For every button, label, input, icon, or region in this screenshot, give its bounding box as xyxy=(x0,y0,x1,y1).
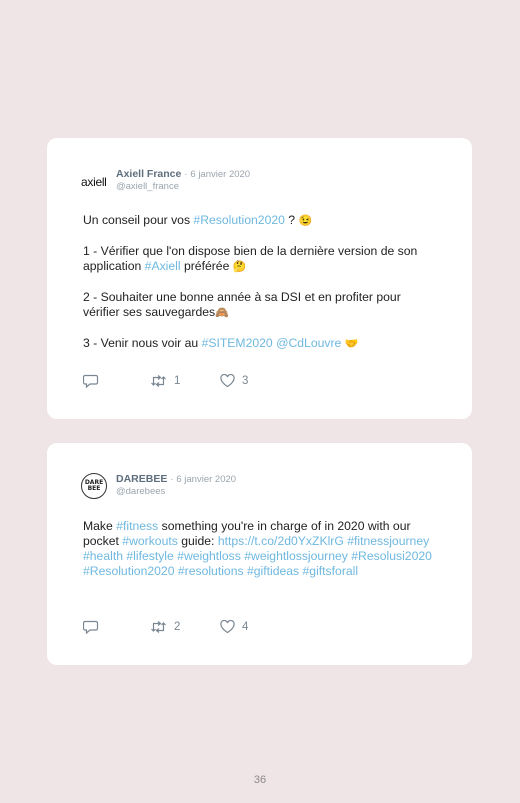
text-run: 2 - Souhaiter une bonne année à sa DSI e… xyxy=(83,290,401,319)
text-run: 1 - Vérifier que l'on dispose bien de la… xyxy=(83,244,418,273)
author-name[interactable]: DAREBEE xyxy=(116,473,167,485)
hashtag-link[interactable]: #workouts xyxy=(122,534,178,548)
author-line: DAREBEE · 6 janvier 2020 xyxy=(116,473,236,485)
reply-button[interactable] xyxy=(83,374,99,388)
separator: · xyxy=(170,474,174,485)
text-run: 3 - Venir nous voir au xyxy=(83,336,202,350)
hashtag-link[interactable]: #Axiell xyxy=(145,259,181,273)
retweet-count: 2 xyxy=(174,621,181,633)
tweet-paragraph: 2 - Souhaiter une bonne année à sa DSI e… xyxy=(83,290,433,321)
tweet-actions: 1 3 xyxy=(83,374,383,390)
text-run: ? xyxy=(284,213,299,227)
retweet-icon xyxy=(151,621,166,633)
mention-link[interactable]: @CdLouvre xyxy=(276,336,341,350)
heart-icon xyxy=(220,620,235,634)
text-run: Make xyxy=(83,519,117,533)
monkey-emoji-icon: 🙈 xyxy=(215,307,229,319)
reply-icon xyxy=(83,374,99,388)
tweet-text: Un conseil pour vos #Resolution2020 ? 😉 … xyxy=(83,213,433,367)
author-handle[interactable]: @axiell_france xyxy=(116,181,179,192)
retweet-icon xyxy=(151,375,166,387)
reply-button[interactable] xyxy=(83,620,99,634)
thinking-emoji-icon: 🤔 xyxy=(232,261,247,273)
separator: · xyxy=(184,169,188,180)
like-button[interactable]: 3 xyxy=(220,374,248,388)
wink-emoji-icon: 😉 xyxy=(298,215,313,227)
tweet-card: axiell Axiell France · 6 janvier 2020 @a… xyxy=(47,138,472,419)
tweet-header: axiell Axiell France · 6 janvier 2020 @a… xyxy=(81,166,441,196)
heart-icon xyxy=(220,374,235,388)
author-name[interactable]: Axiell France xyxy=(116,168,181,180)
tweet-actions: 2 4 xyxy=(83,620,383,636)
tweet-date[interactable]: 6 janvier 2020 xyxy=(190,169,250,180)
author-handle[interactable]: @darebees xyxy=(116,486,165,497)
tweet-paragraph: Un conseil pour vos #Resolution2020 ? 😉 xyxy=(83,213,433,229)
tweet-header: DARE BEE DAREBEE · 6 janvier 2020 @dareb… xyxy=(81,471,441,501)
avatar-logo-text: DARE BEE xyxy=(84,479,104,492)
like-button[interactable]: 4 xyxy=(220,620,248,634)
reply-icon xyxy=(83,620,99,634)
text-run: guide: xyxy=(177,534,218,548)
avatar-logo-text: axiell xyxy=(81,175,107,189)
avatar[interactable]: DARE BEE xyxy=(81,473,107,499)
hashtag-link[interactable]: #SITEM2020 xyxy=(202,336,273,350)
retweet-button[interactable]: 2 xyxy=(150,620,180,634)
tweet-paragraph: 1 - Vérifier que l'on dispose bien de la… xyxy=(83,244,433,275)
page-number: 36 xyxy=(253,774,267,786)
handshake-emoji-icon: 🤝 xyxy=(344,338,359,350)
tweet-paragraph: 3 - Venir nous voir au #SITEM2020 @CdLou… xyxy=(83,336,433,352)
tweet-text: Make #fitness something you're in charge… xyxy=(83,519,433,579)
hashtag-link[interactable]: #fitness xyxy=(116,519,158,533)
url-link[interactable]: https://t.co/2d0YxZKlrG xyxy=(218,534,344,548)
text-run: Un conseil pour vos xyxy=(83,213,194,227)
text-run: préférée xyxy=(180,259,233,273)
like-count: 4 xyxy=(242,621,249,633)
like-count: 3 xyxy=(242,375,249,387)
retweet-button[interactable]: 1 xyxy=(150,374,180,388)
author-line: Axiell France · 6 janvier 2020 xyxy=(116,168,250,180)
tweet-date[interactable]: 6 janvier 2020 xyxy=(176,474,236,485)
avatar[interactable]: axiell xyxy=(81,168,113,196)
tweet-card: DARE BEE DAREBEE · 6 janvier 2020 @dareb… xyxy=(47,443,472,665)
hashtag-link[interactable]: #Resolution2020 xyxy=(193,213,284,227)
retweet-count: 1 xyxy=(174,375,181,387)
